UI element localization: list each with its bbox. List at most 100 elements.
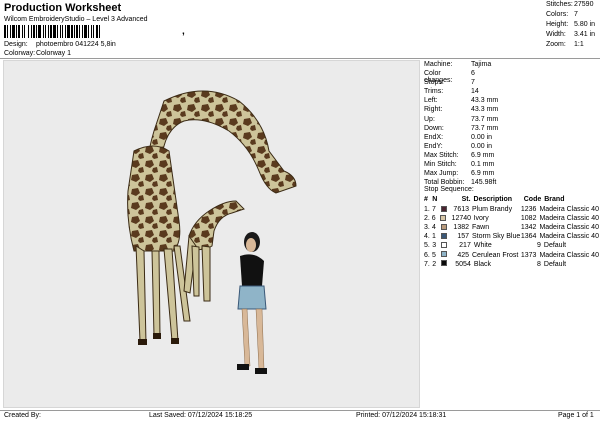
footer-divider bbox=[0, 410, 600, 411]
row-index: 1. bbox=[424, 206, 430, 214]
stitches-value: 27590 bbox=[574, 1, 594, 8]
design-preview-canvas bbox=[3, 60, 420, 408]
row-index: 4. bbox=[424, 233, 430, 241]
machine-info-value: 6.9 mm bbox=[471, 170, 495, 178]
machine-info-label: Machine: bbox=[424, 61, 453, 68]
row-code: 9 bbox=[536, 242, 541, 250]
row-code: 1342 bbox=[520, 224, 537, 232]
machine-info-row: Max Jump: 6.9 mm bbox=[424, 170, 599, 179]
row-stop: 4 bbox=[431, 224, 436, 232]
stop-sequence-title: Stop Sequence: bbox=[424, 186, 474, 193]
stop-sequence-row: 6. 5 425 Cerulean Frost 1373 Madeira Classic … bbox=[424, 250, 599, 259]
machine-info-label: Up: bbox=[424, 115, 435, 123]
row-description: White bbox=[473, 242, 492, 250]
row-stop: 3 bbox=[432, 242, 437, 250]
machine-info-panel: Machine: Tajima Color changes: 6 Stops: 7 Trim… bbox=[424, 61, 599, 188]
row-stitches: 425 bbox=[457, 251, 469, 259]
color-swatch bbox=[440, 232, 447, 239]
row-brand: Madeira Classic 40 bbox=[539, 224, 599, 232]
color-swatch bbox=[440, 251, 447, 258]
barcode bbox=[4, 25, 180, 38]
height-label: Height: bbox=[546, 21, 569, 28]
machine-info-row: Color changes: 6 bbox=[424, 70, 599, 84]
row-code: 1364 bbox=[520, 233, 537, 241]
barcode-suffix: , bbox=[182, 26, 185, 37]
stop-sequence-panel: Stop Sequence: # N St. Description Code … bbox=[424, 186, 599, 269]
col-stitches: St. bbox=[461, 196, 471, 203]
machine-info-value: 0.00 in bbox=[471, 142, 493, 150]
machine-info-value: 7 bbox=[471, 79, 475, 87]
row-swatch bbox=[440, 223, 452, 232]
design-value: photoembro 041224 5,8in bbox=[36, 41, 116, 48]
width-value: 3.41 in bbox=[574, 31, 596, 38]
row-brand: Default bbox=[543, 242, 567, 250]
row-stitches: 157 bbox=[457, 233, 469, 241]
machine-info-value: 0.00 in bbox=[471, 133, 493, 141]
machine-info-row: Down: 73.7 mm bbox=[424, 125, 599, 134]
machine-info-label: Min Stitch: bbox=[424, 161, 457, 169]
colors-label: Colors: bbox=[546, 11, 569, 18]
row-brand: Madeira Classic 40 bbox=[539, 233, 599, 241]
row-swatch bbox=[441, 241, 453, 250]
row-stitches: 7613 bbox=[453, 206, 469, 214]
stop-sequence-row: 7. 2 5054 Black 8 Default bbox=[424, 260, 599, 269]
machine-info-label: Down: bbox=[424, 124, 444, 132]
row-brand: Madeira Classic 40 bbox=[539, 215, 599, 223]
machine-info-label: Max Jump: bbox=[424, 170, 459, 178]
machine-info-row: Max Stitch: 6.9 mm bbox=[424, 152, 599, 161]
machine-info-label: Max Stitch: bbox=[424, 151, 459, 159]
row-stitches: 12740 bbox=[451, 215, 472, 223]
row-stop: 6 bbox=[431, 215, 436, 223]
stop-sequence-rows: 1. 7 7613 Plum Brandy 1236 Madeira Classic 40… bbox=[424, 205, 599, 269]
printed-date: Printed: 07/12/2024 15:18:31 bbox=[356, 412, 447, 419]
row-brand: Madeira Classic 40 bbox=[539, 251, 599, 259]
machine-info-value: 14 bbox=[471, 88, 479, 96]
machine-info-row: Up: 73.7 mm bbox=[424, 116, 599, 125]
page-number: Page 1 of 1 bbox=[558, 412, 594, 419]
col-brand: Brand bbox=[544, 196, 565, 203]
col-swatch bbox=[441, 196, 453, 205]
worksheet-title: Production Worksheet bbox=[4, 2, 122, 14]
row-stop: 7 bbox=[431, 206, 436, 214]
row-index: 5. bbox=[424, 242, 430, 250]
stop-sequence-row: 1. 7 7613 Plum Brandy 1236 Madeira Classic 40 bbox=[424, 205, 599, 214]
design-label: Design: bbox=[4, 41, 28, 48]
row-index: 6. bbox=[424, 251, 430, 259]
col-description: Description bbox=[473, 196, 513, 203]
color-swatch bbox=[441, 241, 448, 248]
row-stop: 5 bbox=[431, 251, 436, 259]
width-label: Width: bbox=[546, 31, 566, 38]
software-subtitle: Wilcom EmbroideryStudio – Level 3 Advanc… bbox=[4, 16, 148, 23]
row-swatch bbox=[440, 214, 451, 223]
col-code: Code bbox=[523, 196, 542, 203]
row-stitches: 217 bbox=[459, 242, 471, 250]
row-code: 1082 bbox=[520, 215, 537, 223]
machine-info-label: EndX: bbox=[424, 133, 444, 141]
row-description: Plum Brandy bbox=[472, 206, 513, 214]
col-index: # bbox=[424, 196, 428, 203]
stop-sequence-row: 4. 1 157 Storm Sky Blue 1364 Madeira Classic … bbox=[424, 232, 599, 241]
row-swatch bbox=[440, 205, 452, 214]
height-value: 5.80 in bbox=[574, 21, 596, 28]
row-stop: 1 bbox=[431, 233, 436, 241]
row-brand: Madeira Classic 40 bbox=[539, 206, 599, 214]
color-swatch bbox=[441, 260, 448, 267]
zoom-label: Zoom: bbox=[546, 41, 566, 48]
woman-figure bbox=[237, 232, 267, 374]
row-code: 8 bbox=[536, 260, 541, 268]
row-description: Storm Sky Blue bbox=[472, 233, 521, 241]
row-stitches: 1382 bbox=[453, 224, 469, 232]
young-giraffe bbox=[183, 200, 245, 302]
machine-info-row: Stops: 7 bbox=[424, 79, 599, 88]
machine-info-label: Left: bbox=[424, 97, 438, 105]
row-description: Ivory bbox=[473, 215, 489, 223]
machine-info-value: 0.1 mm bbox=[471, 161, 495, 169]
row-index: 3. bbox=[424, 224, 430, 232]
machine-info-row: Trims: 14 bbox=[424, 88, 599, 97]
colorway-row: Colorway:Colorway 1 bbox=[4, 50, 71, 57]
machine-info-row: Machine: Tajima bbox=[424, 61, 599, 70]
stop-sequence-row: 5. 3 217 White 9 Default bbox=[424, 241, 599, 250]
stop-sequence-header: # N St. Description Code Brand bbox=[424, 196, 599, 205]
row-index: 2. bbox=[424, 215, 430, 223]
colorway-value: Colorway 1 bbox=[36, 50, 72, 57]
